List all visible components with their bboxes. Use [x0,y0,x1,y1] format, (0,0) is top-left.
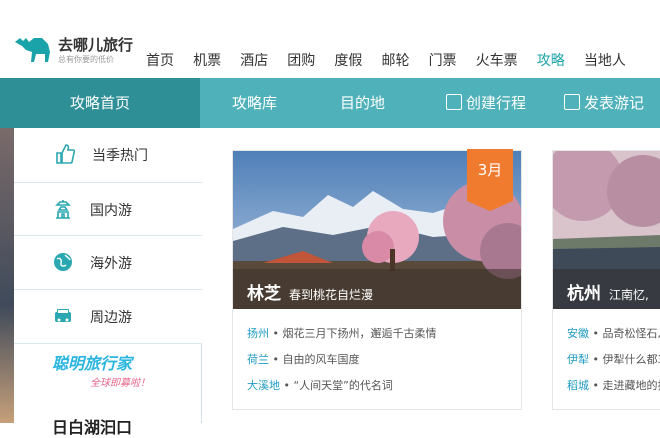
nav-home[interactable]: 首页 [146,50,174,70]
card-recommendations: 扬州 • 烟花三月下扬州，邂逅千古柔情 荷兰 • 自由的风车国度 大溪地 • “… [247,321,436,399]
create-trip-label: 创建行程 [466,94,526,112]
recommendation-text: • 走进藏地的打 [593,379,660,392]
recommendation-place[interactable]: 伊犁 [567,353,589,366]
banner-title: 聪明旅行家 [52,350,202,374]
recommendation-row[interactable]: 稻城 • 走进藏地的打 [567,373,660,399]
nav-hotels[interactable]: 酒店 [240,50,268,70]
sidebar-item-label: 周边游 [90,307,132,327]
card-caption: 杭州江南忆, [567,279,649,304]
sidebar-item-label: 国内游 [90,200,132,220]
card-city: 杭州 [567,284,601,304]
nav-guides[interactable]: 攻略 [537,50,565,70]
recommendation-text: • 自由的风车国度 [273,353,360,366]
thumbs-up-icon [54,143,76,165]
sidebar-item-label: 海外游 [90,253,132,273]
sidebar-item-label: 当季热门 [92,145,148,165]
recommendation-place[interactable]: 安徽 [567,327,589,340]
create-trip-button[interactable]: 创建行程 [446,78,526,128]
recommendation-row[interactable]: 安徽 • 品奇松怪石, [567,321,660,347]
recommendation-row[interactable]: 大溪地 • “人间天堂”的代名词 [247,373,436,399]
globe-icon [52,251,74,273]
nav-train[interactable]: 火车票 [476,50,518,70]
sidebar-item-seasonal-hot[interactable]: 当季热门 [16,128,206,182]
recommendation-place[interactable]: 荷兰 [247,353,269,366]
nav-group-buy[interactable]: 团购 [287,50,315,70]
pagoda-icon [52,198,74,220]
tab-guide-home[interactable]: 攻略首页 [0,78,200,128]
month-badge: 3月 [467,149,513,201]
guide-card[interactable]: 杭州江南忆, 安徽 • 品奇松怪石, 伊犁 • 伊犁什么都3 稻城 • 走进藏地… [552,150,660,410]
recommendation-text: • 伊犁什么都3 [593,353,660,366]
tab-guide-library[interactable]: 攻略库 [232,78,277,128]
recommendation-text: • 烟花三月下扬州，邂逅千古柔情 [273,327,437,340]
card-tagline: 江南忆, [609,288,649,302]
edit-icon [446,94,462,110]
logo-slogan: 总有你要的低价 [58,54,114,65]
card-tagline: 春到桃花自烂漫 [289,288,373,302]
card-caption: 林芝春到桃花自烂漫 [247,279,373,304]
recommendation-row[interactable]: 荷兰 • 自由的风车国度 [247,347,436,373]
tab-destination[interactable]: 目的地 [340,78,385,128]
recommendation-row[interactable]: 扬州 • 烟花三月下扬州，邂逅千古柔情 [247,321,436,347]
nav-cruise[interactable]: 邮轮 [381,50,409,70]
sidebar-item-nearby[interactable]: 周边游 [14,290,202,344]
camel-logo-icon [12,32,56,66]
card-city: 林芝 [247,284,281,304]
top-bar: 去哪儿旅行 总有你要的低价 首页 机票 酒店 团购 度假 邮轮 门票 火车票 攻… [0,0,660,78]
sub-nav: 攻略首页 攻略库 目的地 创建行程 发表游记 [0,78,660,128]
recommendation-row[interactable]: 伊犁 • 伊犁什么都3 [567,347,660,373]
guide-card[interactable]: 3月 林芝春到桃花自烂漫 扬州 • 烟花三月下扬州，邂逅千古柔情 荷兰 • 自由… [232,150,522,410]
sidebar-item-overseas[interactable]: 海外游 [14,236,202,290]
smart-traveler-banner[interactable]: 聪明旅行家 全球即募啦！ [52,350,202,400]
nav-tickets[interactable]: 门票 [429,50,457,70]
main-nav: 首页 机票 酒店 团购 度假 邮轮 门票 火车票 攻略 当地人 [146,50,640,70]
post-note-label: 发表游记 [584,94,644,112]
recommendation-place[interactable]: 稻城 [567,379,589,392]
recommendation-place[interactable]: 大溪地 [247,379,280,392]
nav-vacation[interactable]: 度假 [334,50,362,70]
banner-subtitle: 全球即募啦！ [90,374,202,389]
document-icon [564,94,580,110]
category-sidebar: 当季热门 国内游 海外游 周边游 聪明旅行家 全球即募啦！ 日白湖汩口 [14,128,202,423]
sidebar-bottom-text: 日白湖汩口 [52,414,132,438]
nav-flights[interactable]: 机票 [193,50,221,70]
recommendation-place[interactable]: 扬州 [247,327,269,340]
post-note-button[interactable]: 发表游记 [564,78,644,128]
card-recommendations: 安徽 • 品奇松怪石, 伊犁 • 伊犁什么都3 稻城 • 走进藏地的打 [567,321,660,399]
recommendation-text: • 品奇松怪石, [593,327,660,340]
nav-locals[interactable]: 当地人 [584,50,626,70]
car-icon [52,305,74,327]
sidebar-item-domestic[interactable]: 国内游 [14,182,202,236]
logo-name: 去哪儿旅行 [58,34,133,55]
recommendation-text: • “人间天堂”的代名词 [284,379,393,392]
logo[interactable]: 去哪儿旅行 总有你要的低价 [12,32,142,72]
